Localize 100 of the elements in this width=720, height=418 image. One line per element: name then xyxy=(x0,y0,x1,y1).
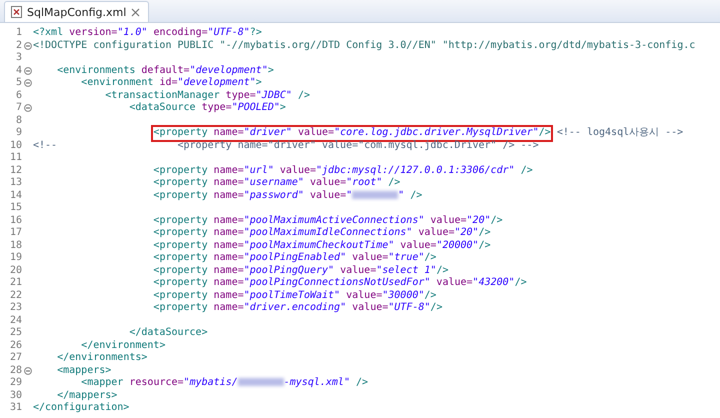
attribute-value: "poolPingQuery" xyxy=(244,264,334,276)
collapse-icon[interactable] xyxy=(24,66,32,75)
xml-tag: <property xyxy=(153,190,208,200)
attribute-value: "poolPingEnabled" xyxy=(244,252,346,263)
attribute-name: value= xyxy=(310,177,346,188)
xml-tag: <mappers> xyxy=(57,364,112,376)
attribute-value: "username" xyxy=(244,177,304,188)
attribute-name: type= xyxy=(226,90,256,100)
xml-tag: > xyxy=(256,77,262,88)
attribute-name: value= xyxy=(310,190,346,200)
line-number: 10 xyxy=(8,140,22,152)
attribute-name: name= xyxy=(214,127,244,138)
attribute-name: id= xyxy=(159,77,178,88)
attribute-value: "mybatis/ xyxy=(184,377,238,388)
redacted-text xyxy=(352,190,398,199)
line-number: 18 xyxy=(8,240,22,252)
line-number: 13 xyxy=(8,177,22,190)
attribute-name: value= xyxy=(298,127,334,138)
attribute-value: "select 1" xyxy=(376,264,436,276)
collapse-icon[interactable] xyxy=(24,104,32,112)
attribute-name: name= xyxy=(214,240,244,250)
close-icon[interactable] xyxy=(131,8,140,16)
code-comment: <!-- log4sql사용시 --> xyxy=(556,127,684,138)
attribute-value: "true" xyxy=(388,252,424,263)
xml-tag: /> xyxy=(514,277,527,288)
xml-tag: </environments> xyxy=(57,352,148,363)
line-number: 12 xyxy=(8,164,22,177)
line-number: 29 xyxy=(8,377,22,390)
attribute-value: "poolPingConnectionsNotUsedFor" xyxy=(244,277,430,288)
attribute-value: "20" xyxy=(466,214,491,226)
xml-tag: <transactionManager xyxy=(105,90,220,100)
xml-tag: <?xml xyxy=(33,27,64,38)
attribute-value: "root" xyxy=(346,177,382,188)
xml-tag: /> xyxy=(478,240,491,250)
editor-tab[interactable]: SqlMapConfig.xml xyxy=(4,1,150,22)
line-number: 9 xyxy=(14,127,22,140)
attribute-value: "password" xyxy=(244,190,304,200)
line-number: 23 xyxy=(8,302,22,314)
xml-tag: /> xyxy=(356,377,368,388)
xml-tag: /> xyxy=(520,164,533,176)
attribute-name: name= xyxy=(214,164,244,176)
attribute-value: "POOLED" xyxy=(232,102,280,113)
line-number: 11 xyxy=(8,152,22,164)
attribute-name: value= xyxy=(418,227,454,238)
line-number: 30 xyxy=(8,390,22,402)
attribute-name: value= xyxy=(340,264,376,276)
attribute-value: "20" xyxy=(454,227,479,238)
line-number: 27 xyxy=(8,352,22,364)
line-number: 2 xyxy=(14,40,22,52)
line-number: 15 xyxy=(8,202,22,214)
attribute-value: " xyxy=(398,190,404,200)
xml-tag: <property xyxy=(153,277,208,288)
attribute-name: name= xyxy=(214,214,244,226)
attribute-name: name= xyxy=(214,302,244,313)
attribute-name: value= xyxy=(346,290,382,300)
xml-tag: /> xyxy=(388,177,400,188)
attribute-name: version= xyxy=(69,27,118,38)
attribute-value: "url" xyxy=(244,164,274,176)
xml-tag: <property xyxy=(153,252,208,263)
tab-title: SqlMapConfig.xml xyxy=(27,6,126,18)
xml-tag: <environment xyxy=(81,77,154,88)
attribute-name: name= xyxy=(214,177,244,188)
collapse-icon[interactable] xyxy=(24,366,32,375)
collapse-icon[interactable] xyxy=(24,79,32,88)
xml-tag: </dataSource> xyxy=(129,327,208,338)
xml-tag: > xyxy=(280,102,286,113)
attribute-value: "43200" xyxy=(472,277,515,288)
xml-tag: /> xyxy=(436,264,448,276)
code-comment: <!-- <property name="driver" value="com.mysql.jdbc.Driver" /> --> xyxy=(33,140,539,150)
xml-tag: /> xyxy=(478,227,491,238)
line-number: 25 xyxy=(8,327,22,340)
line-number: 5 xyxy=(14,77,22,90)
attribute-value: " xyxy=(346,190,352,200)
xml-tag: /> xyxy=(424,252,436,263)
line-number: 31 xyxy=(8,402,22,414)
xml-tag: <property xyxy=(153,227,208,238)
xml-tag: > xyxy=(268,64,274,76)
attribute-value: -mysql.xml" xyxy=(284,377,350,388)
collapse-icon[interactable] xyxy=(24,42,32,50)
xml-tag: <dataSource xyxy=(129,102,196,113)
xml-tag: </environment> xyxy=(81,340,166,350)
xml-tag: <property xyxy=(153,164,208,176)
line-number: 3 xyxy=(14,52,22,64)
attribute-name: resource= xyxy=(129,377,184,388)
attribute-name: value= xyxy=(400,240,436,250)
line-number: 1 xyxy=(14,27,22,40)
line-number: 28 xyxy=(8,364,22,377)
xml-file-icon xyxy=(11,6,22,18)
line-number: 6 xyxy=(14,90,22,102)
attribute-name: name= xyxy=(214,252,244,263)
attribute-name: type= xyxy=(202,102,232,113)
line-number: 21 xyxy=(8,277,22,290)
xml-tag: /> xyxy=(430,302,442,313)
line-number: 24 xyxy=(8,314,22,327)
line-number: 4 xyxy=(14,64,22,77)
line-number: 20 xyxy=(8,264,22,277)
xml-tag: </mappers> xyxy=(57,390,118,400)
attribute-name: value= xyxy=(280,164,316,176)
line-number: 17 xyxy=(8,227,22,240)
xml-tag: <property xyxy=(153,240,208,250)
